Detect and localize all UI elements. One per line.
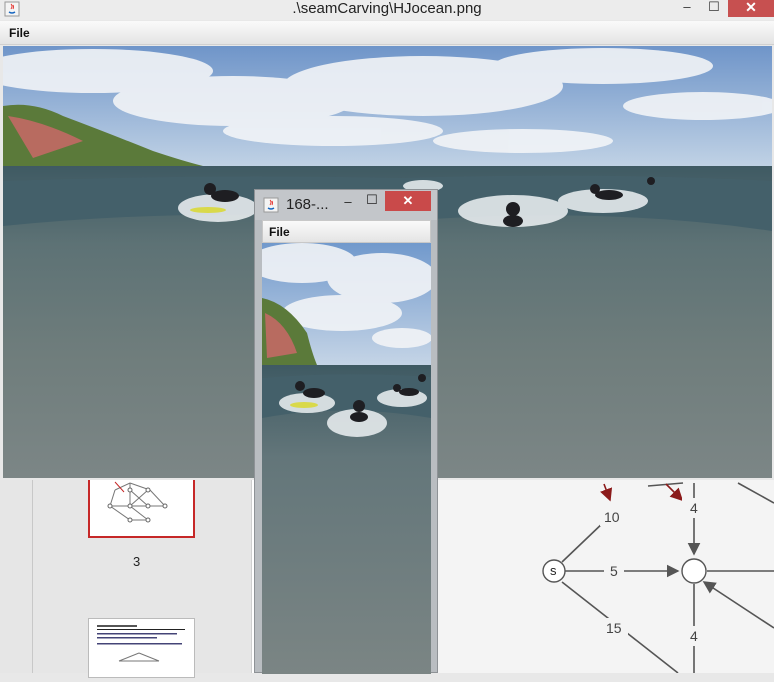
thumbnail-graph-icon bbox=[107, 481, 168, 523]
edge-label-top-left: 10 bbox=[604, 509, 620, 525]
carved-window-title: 168-... bbox=[286, 196, 329, 213]
thumbnail-text-slide-icon bbox=[97, 625, 185, 662]
edge-label-top-right: 4 bbox=[690, 500, 698, 516]
source-node-label: s bbox=[550, 563, 557, 578]
carved-ocean-photo bbox=[262, 243, 431, 674]
file-menu[interactable]: File bbox=[269, 225, 290, 239]
flow-network-graph bbox=[542, 482, 774, 674]
menu-bar: File bbox=[0, 21, 774, 45]
window-title: .\seamCarving\HJocean.png bbox=[292, 0, 482, 17]
carved-ocean-image bbox=[262, 243, 431, 674]
carved-image-window: 168-... – ☐ ✕ File bbox=[254, 189, 438, 674]
graph-slide: 10 4 5 15 4 s bbox=[438, 478, 774, 674]
close-button[interactable]: ✕ bbox=[385, 191, 431, 211]
slide-thumbnail-3[interactable] bbox=[88, 478, 195, 538]
file-menu[interactable]: File bbox=[9, 26, 30, 40]
edge-label-bottom-right: 4 bbox=[690, 628, 698, 644]
edge-label-bottom-left: 15 bbox=[606, 620, 622, 636]
slide-thumbnail-4[interactable] bbox=[88, 618, 195, 678]
minimize-button[interactable]: – bbox=[341, 194, 355, 209]
java-icon bbox=[263, 197, 279, 213]
slide-number: 3 bbox=[133, 554, 141, 569]
edge-label-middle: 5 bbox=[610, 563, 618, 579]
graph-node bbox=[681, 558, 707, 584]
menu-bar: File bbox=[262, 220, 431, 243]
slide-thumbnail-panel[interactable]: 3 bbox=[0, 478, 252, 678]
slide-panel-gutter bbox=[0, 478, 33, 673]
main-title-bar[interactable]: .\seamCarving\HJocean.png – ☐ ✕ bbox=[0, 0, 774, 20]
close-button[interactable]: ✕ bbox=[728, 0, 774, 17]
minimize-button[interactable]: – bbox=[676, 0, 698, 17]
carved-window-title-bar[interactable]: 168-... – ☐ ✕ bbox=[255, 190, 437, 220]
maximize-button[interactable]: ☐ bbox=[365, 192, 379, 208]
maximize-button[interactable]: ☐ bbox=[703, 0, 725, 17]
